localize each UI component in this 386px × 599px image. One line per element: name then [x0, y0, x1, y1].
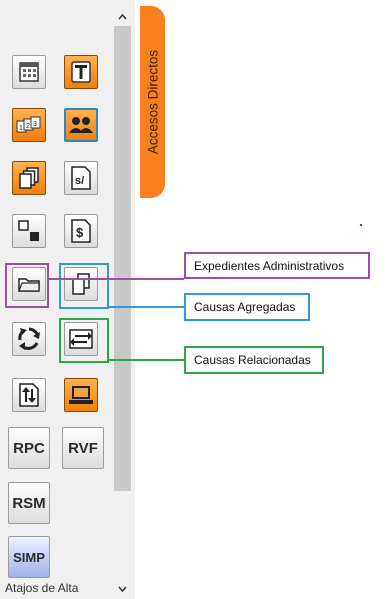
atajos-de-alta-label: Atajos de Alta [5, 581, 79, 595]
transfer-button[interactable] [12, 378, 46, 412]
chevron-up-icon [118, 14, 127, 20]
expedientes-highlight [5, 263, 49, 308]
laptop-button[interactable] [64, 378, 98, 412]
expedientes-connector [49, 278, 184, 280]
svg-text:3: 3 [33, 121, 37, 128]
windows-button[interactable] [12, 214, 46, 248]
money-document-button[interactable]: $ [64, 214, 98, 248]
letter-t-icon [71, 61, 91, 83]
laptop-icon [69, 386, 93, 404]
calendar-button[interactable] [12, 55, 46, 89]
svg-text:2: 2 [26, 123, 30, 130]
agregadas-callout-label: Causas Agregadas [194, 300, 296, 314]
numbered-cards-button[interactable]: 1 2 3 [12, 108, 46, 142]
money-document-icon: $ [71, 219, 91, 243]
calendar-grid-icon [19, 62, 39, 82]
document-stack-icon [19, 167, 39, 189]
agregadas-callout: Causas Agregadas [184, 293, 310, 321]
agregadas-connector [109, 306, 184, 308]
users-icon [69, 117, 93, 133]
expedientes-callout-label: Expedientes Administrativos [194, 258, 345, 273]
scrollbar-thumb[interactable] [114, 26, 131, 491]
document-stack-button[interactable] [12, 161, 46, 195]
rsm-label: RSM [12, 494, 46, 512]
window-corners-icon [18, 220, 39, 241]
relacionadas-connector [109, 359, 184, 361]
up-down-transfer-icon [19, 383, 39, 407]
numbered-cards-icon: 1 2 3 [16, 116, 41, 133]
relacionadas-callout: Causas Relacionadas [184, 346, 324, 374]
scroll-down-button[interactable] [114, 580, 131, 598]
relacionadas-highlight [59, 318, 109, 363]
simp-button[interactable]: SIMP [8, 536, 50, 578]
rpc-button[interactable]: RPC [8, 427, 50, 469]
rvf-label: RVF [68, 439, 98, 457]
sign-document-icon: s/ [71, 166, 91, 190]
users-button[interactable] [64, 108, 98, 142]
expedientes-callout: Expedientes Administrativos [184, 252, 370, 279]
sign-document-button[interactable]: s/ [64, 161, 98, 195]
refresh-button[interactable] [12, 322, 46, 356]
rsm-button[interactable]: RSM [8, 482, 50, 524]
svg-text:$: $ [76, 225, 84, 240]
accesos-directos-label: Accesos Directos [145, 49, 160, 155]
simp-label: SIMP [13, 549, 45, 565]
text-button[interactable] [64, 55, 98, 89]
stray-dot [360, 224, 362, 226]
agregadas-highlight [59, 263, 109, 309]
svg-text:1: 1 [19, 125, 23, 132]
recycle-arrows-icon [18, 327, 40, 350]
relacionadas-callout-label: Causas Relacionadas [194, 353, 311, 367]
rpc-label: RPC [13, 439, 45, 457]
rvf-button[interactable]: RVF [62, 427, 104, 469]
accesos-directos-tab[interactable]: Accesos Directos [140, 6, 165, 198]
scroll-up-button[interactable] [114, 8, 131, 26]
chevron-down-icon [118, 586, 127, 592]
svg-text:s/: s/ [75, 175, 84, 187]
